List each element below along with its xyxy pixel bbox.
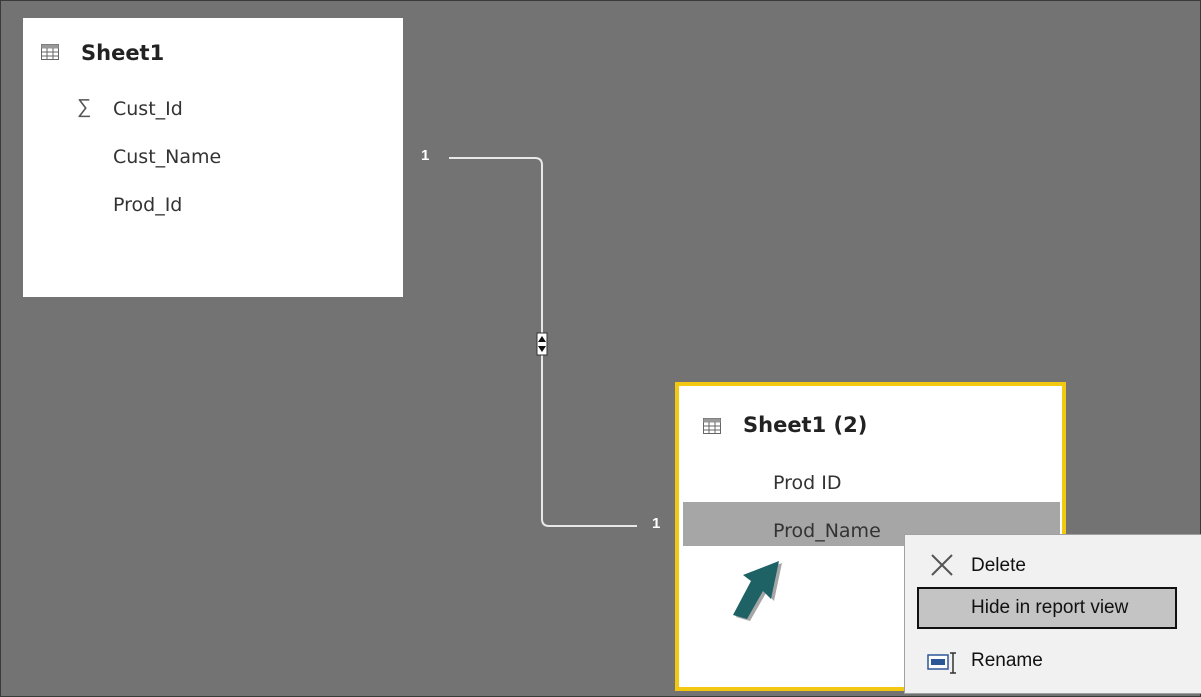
menu-item-label: Rename: [971, 650, 1043, 671]
menu-item-label: Delete: [971, 555, 1026, 576]
rename-icon: [927, 652, 956, 674]
field-cust-name[interactable]: Cust_Name: [113, 146, 221, 168]
menu-item-hide-in-report-view[interactable]: Hide in report view: [905, 587, 1201, 629]
close-icon: [931, 554, 953, 576]
context-menu: Delete Hide in report view Rename: [904, 534, 1201, 694]
table-icon: [703, 418, 721, 434]
menu-item-delete[interactable]: Delete: [905, 546, 1201, 586]
menu-item-rename[interactable]: Rename: [905, 645, 1201, 685]
table-icon: [41, 44, 59, 60]
field-cust-id[interactable]: Cust_Id: [113, 98, 183, 120]
annotation-arrow-icon: [733, 561, 782, 621]
cardinality-from: 1: [421, 147, 430, 164]
sigma-icon: ∑: [77, 96, 92, 118]
field-prod-id[interactable]: Prod_Id: [113, 194, 182, 216]
model-canvas[interactable]: 1 1 Sheet1 ∑ Cust_Id Cust_Name Prod_Id S…: [0, 0, 1201, 697]
table-card-sheet1[interactable]: Sheet1 ∑ Cust_Id Cust_Name Prod_Id: [23, 18, 403, 297]
cardinality-to: 1: [652, 515, 661, 532]
table-title: Sheet1: [81, 41, 165, 65]
field-prod-name[interactable]: Prod_Name: [773, 520, 881, 542]
field-prod-id-2[interactable]: Prod ID: [773, 472, 841, 494]
table-title: Sheet1 (2): [743, 413, 868, 437]
menu-item-label: Hide in report view: [971, 597, 1129, 618]
